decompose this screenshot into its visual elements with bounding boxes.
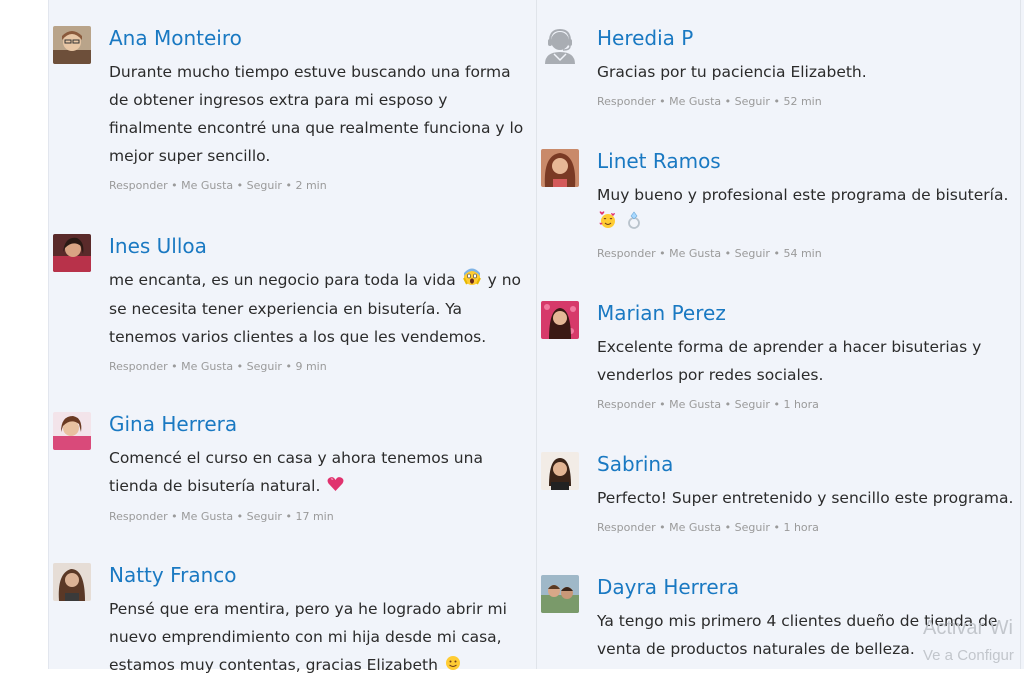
timestamp: 2 min <box>295 179 327 192</box>
comment-text: Excelente forma de aprender a hacer bisu… <box>597 338 982 384</box>
pink-heart-emoji <box>327 473 344 501</box>
screaming-face-emoji <box>462 267 481 295</box>
meta-separator: • <box>285 359 292 373</box>
meta-separator: • <box>659 95 666 108</box>
support-agent-icon[interactable] <box>541 26 579 64</box>
watermark-line-1: Activar Wi <box>923 617 1013 639</box>
comment-actions: Responder • Me Gusta • Seguir • 54 min <box>597 247 1022 261</box>
follow-link[interactable]: Seguir <box>735 247 770 260</box>
meta-separator: • <box>724 521 732 534</box>
meta-separator: • <box>659 246 666 260</box>
meta-separator: • <box>659 521 666 534</box>
meta-separator: • <box>724 95 732 108</box>
meta-separator: • <box>236 359 244 373</box>
avatar[interactable] <box>541 452 579 490</box>
comment-actions: Responder • Me Gusta • Seguir • 52 min <box>597 95 1022 109</box>
comment-actions: Responder • Me Gusta • Seguir • 1 hora <box>597 521 1022 535</box>
avatar[interactable] <box>53 563 91 601</box>
comment-text: me encanta, es un negocio para toda la v… <box>109 266 534 351</box>
smiling-face-with-hearts-emoji <box>599 210 617 238</box>
avatar[interactable] <box>541 149 579 187</box>
like-link[interactable]: Me Gusta <box>669 95 721 108</box>
ring-emoji <box>626 210 642 238</box>
reply-link[interactable]: Responder <box>597 398 656 411</box>
comment-actions: Responder • Me Gusta • Seguir • 1 hora <box>597 398 1022 412</box>
meta-separator: • <box>773 398 780 411</box>
like-link[interactable]: Me Gusta <box>669 247 721 260</box>
meta-separator: • <box>236 509 244 523</box>
avatar[interactable] <box>53 26 91 64</box>
meta-separator: • <box>236 179 244 192</box>
reply-link[interactable]: Responder <box>597 247 656 260</box>
commenter-name[interactable]: Ana Monteiro <box>109 26 534 50</box>
avatar[interactable] <box>541 301 579 339</box>
timestamp: 1 hora <box>783 398 819 411</box>
meta-separator: • <box>171 179 178 192</box>
comment-text-part: Muy bueno y profesional este programa de… <box>597 186 1009 204</box>
timestamp: 52 min <box>783 95 822 108</box>
reply-link[interactable]: Responder <box>597 521 656 534</box>
follow-link[interactable]: Seguir <box>735 95 770 108</box>
avatar[interactable] <box>53 412 91 450</box>
comment-actions: Responder • Me Gusta • Seguir • 2 min <box>109 179 534 193</box>
smiling-face-emoji <box>445 652 461 680</box>
comment-text: Pensé que era mentira, pero ya he lograd… <box>109 595 534 680</box>
timestamp: 9 min <box>295 359 327 373</box>
comment-actions: Responder • Me Gusta • Seguir • 9 min <box>109 360 534 374</box>
follow-link[interactable]: Seguir <box>247 510 282 523</box>
meta-separator: • <box>285 179 292 192</box>
column-divider <box>536 0 537 669</box>
meta-separator: • <box>773 95 780 108</box>
commenter-name[interactable]: Gina Herrera <box>109 412 534 436</box>
commenter-name[interactable]: Marian Perez <box>597 301 1022 325</box>
commenter-name[interactable]: Dayra Herrera <box>597 575 1022 599</box>
like-link[interactable]: Me Gusta <box>181 179 233 192</box>
commenter-name[interactable]: Heredia P <box>597 26 1022 50</box>
reply-link[interactable]: Responder <box>597 95 656 108</box>
timestamp: 1 hora <box>783 521 819 534</box>
timestamp: 17 min <box>295 509 334 523</box>
meta-separator: • <box>724 398 732 411</box>
meta-separator: • <box>773 521 780 534</box>
watermark-line-2: Ve a Configur <box>923 647 1014 664</box>
follow-link[interactable]: Seguir <box>247 360 282 373</box>
comment-text-part: me encanta, es un negocio para toda la v… <box>109 271 456 289</box>
like-link[interactable]: Me Gusta <box>669 398 721 411</box>
follow-link[interactable]: Seguir <box>247 179 282 192</box>
like-link[interactable]: Me Gusta <box>181 360 233 373</box>
comment-text: Perfecto! Super entretenido y sencillo e… <box>597 489 1014 507</box>
avatar[interactable] <box>541 575 579 613</box>
commenter-name[interactable]: Ines Ulloa <box>109 234 534 258</box>
comment-text: Muy bueno y profesional este programa de… <box>597 181 1022 238</box>
reply-link[interactable]: Responder <box>109 510 168 523</box>
follow-link[interactable]: Seguir <box>735 521 770 534</box>
comment-actions: Responder • Me Gusta • Seguir • 17 min <box>109 510 534 524</box>
windows-activation-watermark: Activar Wi Ve a Configur <box>923 618 1014 663</box>
avatar[interactable] <box>53 234 91 272</box>
like-link[interactable]: Me Gusta <box>181 510 233 523</box>
comment-text: Comencé el curso en casa y ahora tenemos… <box>109 444 534 501</box>
commenter-name[interactable]: Natty Franco <box>109 563 534 587</box>
meta-separator: • <box>171 509 178 523</box>
commenter-name[interactable]: Sabrina <box>597 452 1022 476</box>
comment-text-part: Comencé el curso en casa y ahora tenemos… <box>109 449 483 495</box>
reply-link[interactable]: Responder <box>109 360 168 373</box>
like-link[interactable]: Me Gusta <box>669 521 721 534</box>
meta-separator: • <box>285 509 292 523</box>
meta-separator: • <box>724 246 732 260</box>
comment-text: Durante mucho tiempo estuve buscando una… <box>109 63 524 165</box>
commenter-name[interactable]: Linet Ramos <box>597 149 1022 173</box>
timestamp: 54 min <box>783 246 822 260</box>
meta-separator: • <box>171 359 178 373</box>
follow-link[interactable]: Seguir <box>735 398 770 411</box>
meta-separator: • <box>659 398 666 411</box>
meta-separator: • <box>773 246 780 260</box>
comment-text: Gracias por tu paciencia Elizabeth. <box>597 63 867 81</box>
reply-link[interactable]: Responder <box>109 179 168 192</box>
